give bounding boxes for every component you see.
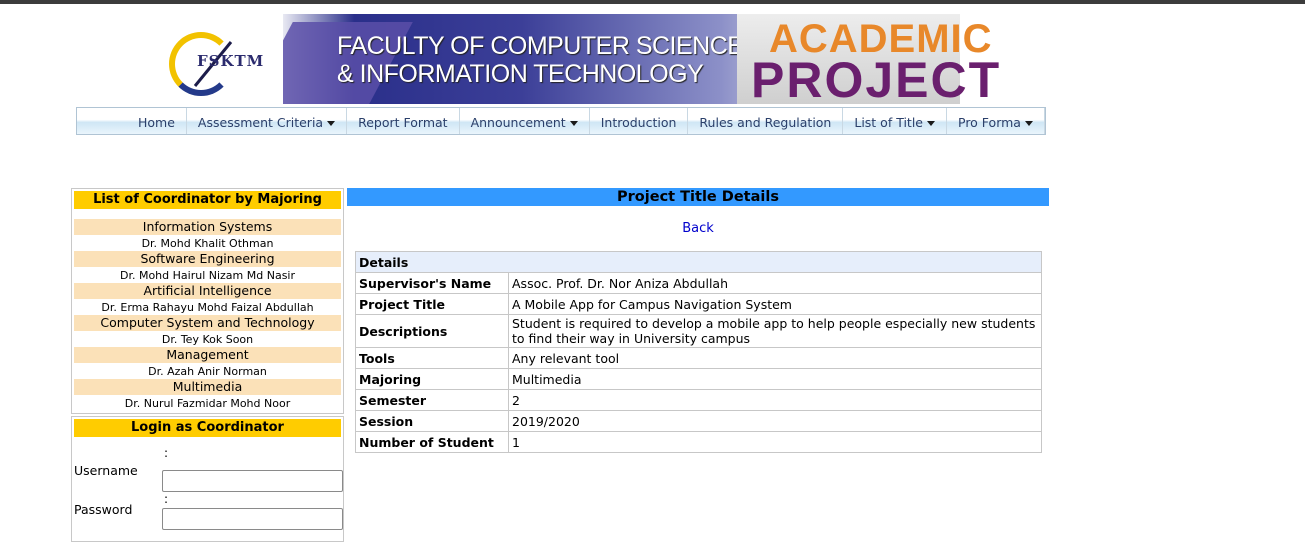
coordinator-list-heading: List of Coordinator by Majoring — [74, 191, 341, 209]
coordinator-name: Dr. Mohd Khalit Othman — [141, 237, 274, 250]
table-row: Supervisor's Name Assoc. Prof. Dr. Nor An… — [355, 272, 1042, 294]
password-label: Password — [74, 502, 133, 517]
nav-item-announcement[interactable]: Announcement — [460, 108, 590, 134]
caret-down-icon — [927, 120, 935, 126]
logo-text: FSKTM — [197, 52, 265, 70]
banner-title-line1: FACULTY OF COMPUTER SCIENCE — [337, 32, 744, 60]
major-name: Information Systems — [74, 219, 341, 235]
password-input[interactable] — [162, 508, 343, 530]
page-title: Project Title Details — [347, 188, 1049, 206]
table-row: Majoring Multimedia — [355, 368, 1042, 390]
table-row: Number of Student 1 — [355, 431, 1042, 453]
nav-item-assessment-criteria[interactable]: Assessment Criteria — [187, 108, 348, 134]
major-name: Multimedia — [74, 379, 341, 395]
row-value: Multimedia — [508, 368, 1042, 390]
row-value: Assoc. Prof. Dr. Nor Aniza Abdullah — [508, 272, 1042, 294]
main-navigation: Home Assessment Criteria Report Format Anno… — [76, 107, 1046, 135]
major-name: Artificial Intelligence — [74, 283, 341, 299]
back-link[interactable]: Back — [347, 221, 1049, 236]
table-row: Project Title A Mobile App for Campus Nav… — [355, 293, 1042, 315]
table-row: Session 2019/2020 — [355, 410, 1042, 432]
row-label: Supervisor's Name — [355, 272, 509, 294]
row-label: Tools — [355, 347, 509, 369]
banner-title-line2: & INFORMATION TECHNOLOGY — [337, 60, 704, 88]
nav-item-label: Report Format — [358, 114, 448, 130]
row-value: 1 — [508, 431, 1042, 453]
details-header-row: Details — [355, 251, 1042, 273]
row-value: A Mobile App for Campus Navigation Syste… — [508, 293, 1042, 315]
caret-down-icon — [327, 120, 336, 126]
major-name: Software Engineering — [74, 251, 341, 267]
fsktm-logo: FSKTM — [163, 14, 283, 104]
password-colon: : — [164, 492, 169, 506]
username-label: Username — [74, 463, 138, 478]
nav-item-report-format[interactable]: Report Format — [347, 108, 460, 134]
table-row: Descriptions Student is required to devel… — [355, 314, 1042, 348]
row-label: Semester — [355, 389, 509, 411]
coordinator-name: Dr. Azah Anir Norman — [148, 365, 267, 378]
row-label: Project Title — [355, 293, 509, 315]
sidebar: List of Coordinator by Majoring Informat… — [71, 188, 344, 542]
coordinator-list-box: List of Coordinator by Majoring Informat… — [71, 188, 344, 414]
username-colon: : — [164, 446, 169, 460]
nav-item-label: Home — [138, 114, 175, 130]
nav-item-list-of-title[interactable]: List of Title — [843, 108, 947, 134]
nav-item-introduction[interactable]: Introduction — [590, 108, 689, 134]
row-value: Any relevant tool — [508, 347, 1042, 369]
row-value: Student is required to develop a mobile … — [508, 314, 1042, 348]
row-label: Descriptions — [355, 314, 509, 348]
site-banner: FSKTM FACULTY OF COMPUTER SCIENCE & INFO… — [163, 14, 999, 106]
nav-item-label: List of Title — [854, 114, 923, 130]
major-name: Management — [74, 347, 341, 363]
coordinator-name: Dr. Nurul Fazmidar Mohd Noor — [124, 397, 291, 410]
nav-item-rules-and-regulation[interactable]: Rules and Regulation — [688, 108, 844, 134]
nav-list: Home Assessment Criteria Report Format Anno… — [77, 108, 1045, 134]
majors-list: Information Systems Dr. Mohd Khalit Othma… — [74, 219, 341, 411]
nav-item-label: Introduction — [600, 114, 677, 130]
row-label: Session — [355, 410, 509, 432]
coordinator-name: Dr. Mohd Hairul Nizam Md Nasir — [119, 269, 296, 282]
main-content: Project Title Details Back Details Super… — [347, 188, 1049, 453]
login-heading: Login as Coordinator — [74, 419, 341, 437]
row-value: 2019/2020 — [508, 410, 1042, 432]
nav-item-home[interactable]: Home — [127, 108, 187, 134]
details-header: Details — [355, 251, 1042, 273]
academic-project-badge: ACADEMIC PROJECT — [737, 14, 999, 106]
row-label: Majoring — [355, 368, 509, 390]
browser-top-edge — [0, 0, 1305, 4]
nav-item-label: Assessment Criteria — [197, 114, 324, 130]
caret-down-icon — [1024, 120, 1033, 126]
nav-item-label: Announcement — [470, 114, 566, 130]
nav-item-pro-forma[interactable]: Pro Forma — [947, 108, 1045, 134]
nav-item-label: Rules and Regulation — [699, 114, 832, 130]
major-name: Computer System and Technology — [74, 315, 341, 331]
table-row: Tools Any relevant tool — [355, 347, 1042, 369]
login-box: Login as Coordinator : Username : Passwo… — [71, 416, 344, 542]
row-label: Number of Student — [355, 431, 509, 453]
nav-item-label: Pro Forma — [958, 114, 1021, 130]
username-input[interactable] — [162, 470, 343, 492]
coordinator-name: Dr. Erma Rahayu Mohd Faizal Abdullah — [101, 301, 314, 314]
coordinator-name: Dr. Tey Kok Soon — [161, 333, 254, 346]
caret-down-icon — [569, 120, 578, 126]
badge-line2: PROJECT — [751, 52, 1002, 108]
details-table: Details Supervisor's Name Assoc. Prof. Dr… — [355, 251, 1042, 453]
table-row: Semester 2 — [355, 389, 1042, 411]
row-value: 2 — [508, 389, 1042, 411]
